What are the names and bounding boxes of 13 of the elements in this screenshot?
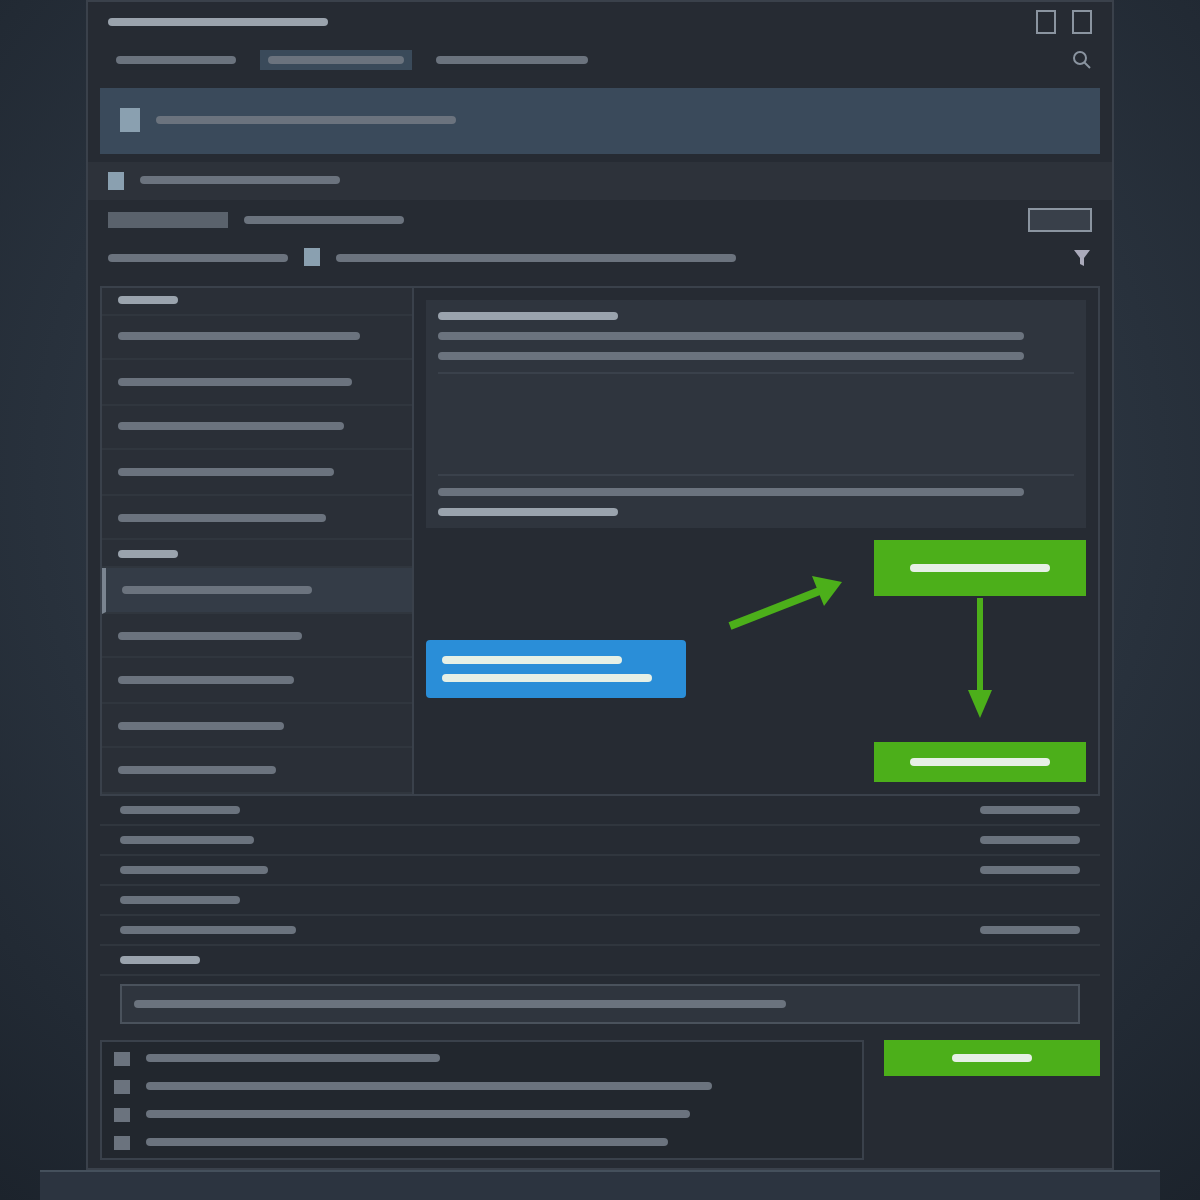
setting-label-drawing bbox=[120, 896, 240, 905]
toolbar-chip-drawing bbox=[108, 211, 228, 228]
section-heading-drawing bbox=[120, 956, 200, 965]
input-field[interactable] bbox=[120, 984, 1080, 1025]
search-icon[interactable] bbox=[1072, 50, 1092, 71]
tab[interactable] bbox=[260, 50, 412, 71]
primary-button[interactable] bbox=[884, 1040, 1100, 1077]
arrow-drawing bbox=[726, 571, 846, 632]
sidebar-item[interactable] bbox=[102, 568, 412, 614]
filter-icon[interactable] bbox=[1072, 247, 1092, 268]
view-toggle-icon[interactable] bbox=[1028, 207, 1092, 232]
arrow-drawing bbox=[966, 597, 994, 718]
highlighted-button[interactable] bbox=[874, 742, 1086, 783]
